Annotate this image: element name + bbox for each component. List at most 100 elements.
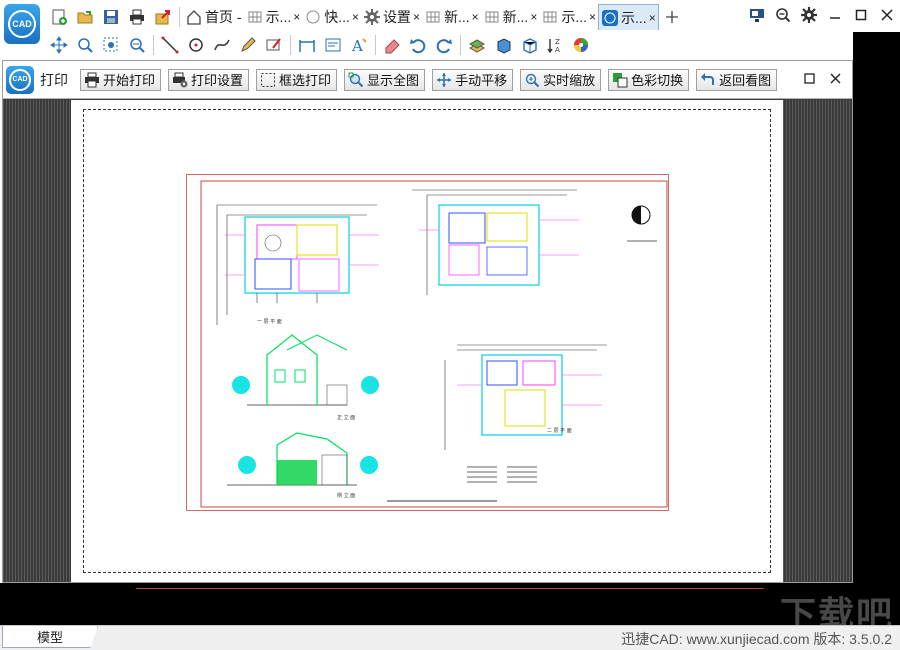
realtime-zoom-icon <box>524 72 540 88</box>
svg-text:A: A <box>351 37 363 54</box>
minimize-button[interactable] <box>822 2 848 28</box>
tab-model[interactable]: 模型 <box>2 626 98 648</box>
zoom-icon[interactable] <box>770 2 796 28</box>
home-icon <box>186 9 202 25</box>
sort-icon[interactable]: ZA <box>542 33 568 57</box>
circle-tool-icon[interactable] <box>183 33 209 57</box>
print-settings-label: 打印设置 <box>191 73 244 88</box>
start-print-label: 开始打印 <box>103 73 156 88</box>
tab-quick[interactable]: 快... × <box>302 4 361 30</box>
tab-label: 设置 <box>382 9 411 25</box>
close-icon[interactable]: × <box>530 10 537 24</box>
floor-plan-3: 二 层 平 面 <box>444 344 607 450</box>
tab-label: 首页 - <box>205 9 242 25</box>
grid-icon <box>425 9 441 25</box>
print-toolbar: CAD 打印 开始打印 打印设置 框选打印 显示全图 手动平移 实时缩放 色彩切… <box>3 61 852 99</box>
text-tool-icon[interactable]: A <box>346 33 372 57</box>
elevation-1-label: 正 立 面 <box>337 414 355 421</box>
export-icon[interactable] <box>150 4 176 30</box>
tab-settings[interactable]: 设置 × <box>361 4 422 30</box>
line-tool-icon[interactable] <box>157 33 183 57</box>
manual-pan-label: 手动平移 <box>455 73 508 88</box>
print-settings-icon <box>172 72 188 88</box>
print-panel-maximize-button[interactable] <box>796 65 822 91</box>
monitor-icon[interactable] <box>744 2 770 28</box>
add-tab-icon[interactable] <box>659 4 685 30</box>
dimension-tool-icon[interactable] <box>294 33 320 57</box>
redo-icon[interactable] <box>431 33 457 57</box>
grid-icon <box>484 9 500 25</box>
print-panel-title: 打印 <box>40 71 68 88</box>
app-logo[interactable]: CAD <box>4 4 40 44</box>
tab-new-2[interactable]: 新... × <box>481 4 540 30</box>
new-file-icon[interactable] <box>46 4 72 30</box>
box-select-icon <box>260 72 276 88</box>
color-switch-button[interactable]: 色彩切换 <box>608 68 690 91</box>
close-icon[interactable]: × <box>352 10 359 24</box>
zoom-extents-button[interactable]: 显示全图 <box>344 68 426 91</box>
close-icon[interactable]: × <box>413 10 420 24</box>
floor-plan-2 <box>412 189 579 295</box>
3d-view-icon[interactable] <box>516 33 542 57</box>
zoom-extents-tool-icon[interactable] <box>124 33 150 57</box>
grid-icon <box>542 9 558 25</box>
separator <box>375 35 376 55</box>
tab-drawing-1[interactable]: 示... × <box>244 4 303 30</box>
separator <box>460 35 461 55</box>
close-icon[interactable]: × <box>649 11 656 25</box>
tab-home[interactable]: 首页 - <box>183 4 244 30</box>
drawing-notes <box>387 466 537 502</box>
select-box-icon[interactable] <box>98 33 124 57</box>
zoom-extents-label: 显示全图 <box>367 73 420 88</box>
maximize-button[interactable] <box>848 2 874 28</box>
color-wheel-icon[interactable] <box>568 33 594 57</box>
pan-icon <box>436 72 452 88</box>
cad-drawing: 一 层 平 面 正 立 面 侧 立 面 二 层 平 面 <box>200 180 668 508</box>
print-panel-logo-text: CAD <box>9 68 31 91</box>
tab-drawing-2[interactable]: 示... × <box>539 4 598 30</box>
tab-new-1[interactable]: 新... × <box>422 4 481 30</box>
pan-tool-icon[interactable] <box>46 33 72 57</box>
svg-text:Z: Z <box>555 38 560 46</box>
zoom-extents-icon <box>348 72 364 88</box>
model-tab-label: 模型 <box>37 630 64 645</box>
close-icon[interactable]: × <box>472 10 479 24</box>
markup-tool-icon[interactable] <box>261 33 287 57</box>
open-folder-icon[interactable] <box>72 4 98 30</box>
print-preview-area[interactable]: 一 层 平 面 正 立 面 侧 立 面 二 层 平 面 <box>3 100 852 582</box>
close-button[interactable] <box>874 2 900 28</box>
pencil-tool-icon[interactable] <box>235 33 261 57</box>
box-select-print-button[interactable]: 框选打印 <box>256 68 338 91</box>
settings-gear-icon[interactable] <box>796 2 822 28</box>
tab-drawing-active[interactable]: 示... × <box>598 4 659 30</box>
close-icon[interactable]: × <box>589 10 596 24</box>
zoom-window-icon[interactable] <box>72 33 98 57</box>
spline-tool-icon[interactable] <box>209 33 235 57</box>
svg-text:A: A <box>555 46 560 54</box>
layers-icon[interactable] <box>464 33 490 57</box>
undo-icon[interactable] <box>405 33 431 57</box>
color-switch-label: 色彩切换 <box>631 73 684 88</box>
floor-plan-1: 一 层 平 面 <box>216 204 379 325</box>
gear-icon <box>363 9 380 25</box>
elevation-1: 正 立 面 <box>232 334 379 421</box>
manual-pan-button[interactable]: 手动平移 <box>432 68 514 91</box>
save-icon[interactable] <box>98 4 124 30</box>
tab-label: 示... <box>265 9 292 25</box>
block-icon[interactable] <box>490 33 516 57</box>
print-icon[interactable] <box>124 4 150 30</box>
eraser-tool-icon[interactable] <box>379 33 405 57</box>
realtime-zoom-button[interactable]: 实时缩放 <box>520 68 602 91</box>
paper-sheet: 一 层 平 面 正 立 面 侧 立 面 二 层 平 面 <box>71 100 783 582</box>
close-icon[interactable]: × <box>293 10 300 24</box>
layout-tool-icon[interactable] <box>320 33 346 57</box>
print-settings-button[interactable]: 打印设置 <box>168 68 250 91</box>
printer-icon <box>84 72 100 88</box>
print-panel-close-button[interactable] <box>822 65 848 91</box>
return-view-button[interactable]: 返回看图 <box>696 68 778 91</box>
start-print-button[interactable]: 开始打印 <box>80 68 162 91</box>
tab-label: 快... <box>324 9 350 25</box>
floor-plan-3-label: 二 层 平 面 <box>547 428 572 434</box>
separator <box>153 35 154 55</box>
circle-icon <box>305 9 321 25</box>
